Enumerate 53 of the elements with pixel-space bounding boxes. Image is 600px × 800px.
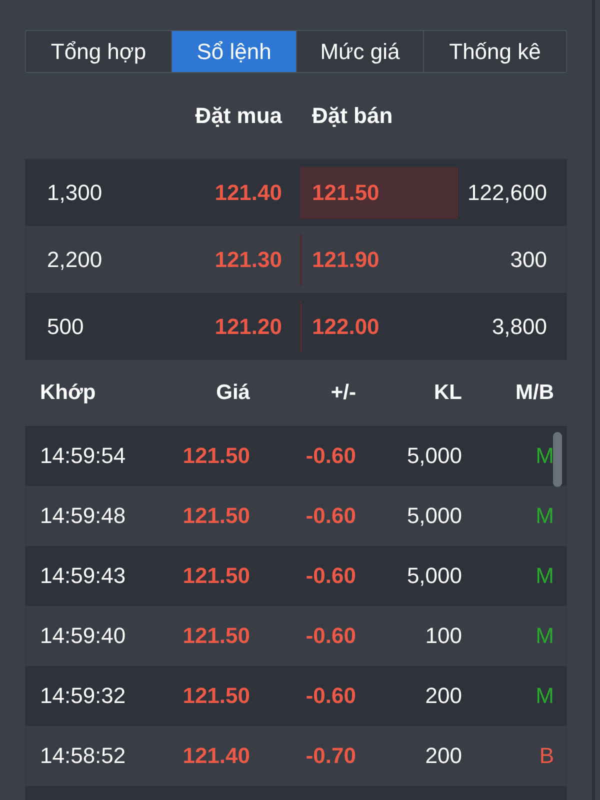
table-cell-text: -0.60 (304, 503, 356, 529)
table-cell-text: 5,000 (406, 443, 462, 469)
table-cell-text: M (534, 503, 554, 529)
tab[interactable]: Sổ lệnh (172, 31, 297, 72)
table-cell-text: 200 (424, 683, 462, 709)
column-header: M/B (514, 381, 554, 405)
table-cell-text: 14:59:48 (39, 503, 127, 529)
table-cell-text: 3,800 (490, 314, 547, 340)
table-cell-text: M (534, 563, 554, 589)
table-cell-text: -0.60 (304, 623, 356, 649)
table-cell-text: 121.50 (182, 443, 250, 469)
table-cell-text: 14:59:32 (39, 683, 127, 709)
table-cell-text: -0.60 (304, 443, 356, 469)
table-cell-text: 2,200 (46, 246, 104, 272)
table-cell-text: M (534, 683, 554, 709)
scrollbar-thumb[interactable] (553, 432, 562, 487)
table-cell-text: -0.60 (304, 563, 356, 589)
column-header: Đặt bán (312, 103, 393, 129)
table-cell-text: 14:59:43 (39, 563, 127, 589)
table-cell-text: 121.50 (182, 563, 250, 589)
table-cell-text: 100 (424, 623, 462, 649)
table-cell-text: 121.90 (311, 246, 380, 272)
table-cell-text: 14:59:54 (39, 443, 127, 469)
tab[interactable]: Thống kê (424, 31, 566, 72)
table-cell-text: 1,300 (46, 180, 104, 206)
table-cell-text: 14:58:52 (39, 743, 127, 769)
table-cell-text: 500 (46, 314, 85, 340)
column-header: Đặt mua (194, 103, 282, 129)
table-cell-text: 121.40 (182, 743, 250, 769)
table-cell-text: 121.20 (214, 314, 282, 340)
table-cell-text: -0.70 (304, 743, 356, 769)
column-header: +/- (330, 381, 356, 405)
column-header: Khớp (39, 381, 97, 405)
table-cell-text: 122.00 (311, 314, 380, 340)
tab[interactable]: Mức giá (297, 31, 424, 72)
column-header: KL (433, 381, 462, 405)
table-cell-text: 121.50 (311, 180, 380, 206)
table-cell-text: -0.60 (304, 683, 356, 709)
table-cell-text: 121.50 (182, 623, 250, 649)
table-cell-text: B (538, 743, 554, 769)
table-cell-text: 300 (509, 246, 547, 272)
table-cell-text: M (534, 443, 554, 469)
column-header: Giá (215, 381, 250, 405)
table-cell-text: 200 (424, 743, 462, 769)
table-cell-text: 122,600 (466, 180, 547, 206)
table-cell-text: 5,000 (406, 503, 462, 529)
table-cell-text: 121.50 (182, 683, 250, 709)
table-cell-text: M (534, 623, 554, 649)
table-cell-text: 14:59:40 (39, 623, 127, 649)
table-cell-text: 121.50 (182, 503, 250, 529)
table-cell-text: 5,000 (406, 563, 462, 589)
table-cell-text: 121.40 (214, 180, 282, 206)
table-cell-text: 121.30 (214, 246, 282, 272)
